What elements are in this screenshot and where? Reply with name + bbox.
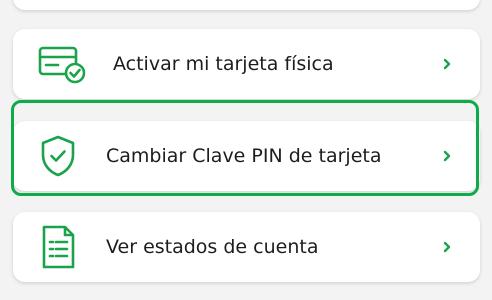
menu-item-account-statements[interactable]: Ver estados de cuenta bbox=[13, 212, 480, 282]
screen: Activar mi tarjeta física Cambiar Clave … bbox=[0, 0, 492, 300]
menu-item-label: Ver estados de cuenta bbox=[106, 236, 319, 258]
card-check-icon bbox=[38, 44, 86, 84]
chevron-right-icon bbox=[442, 241, 452, 253]
menu-item-label: Cambiar Clave PIN de tarjeta bbox=[106, 145, 382, 167]
shield-check-icon bbox=[38, 134, 78, 178]
menu-item-activate-card[interactable]: Activar mi tarjeta física bbox=[13, 29, 480, 99]
document-list-icon bbox=[38, 224, 78, 270]
chevron-right-icon bbox=[442, 150, 452, 162]
menu-item-label: Activar mi tarjeta física bbox=[113, 53, 334, 75]
menu-item-change-pin[interactable]: Cambiar Clave PIN de tarjeta bbox=[13, 121, 480, 191]
previous-card-bottom bbox=[13, 0, 480, 10]
chevron-right-icon bbox=[442, 58, 452, 70]
